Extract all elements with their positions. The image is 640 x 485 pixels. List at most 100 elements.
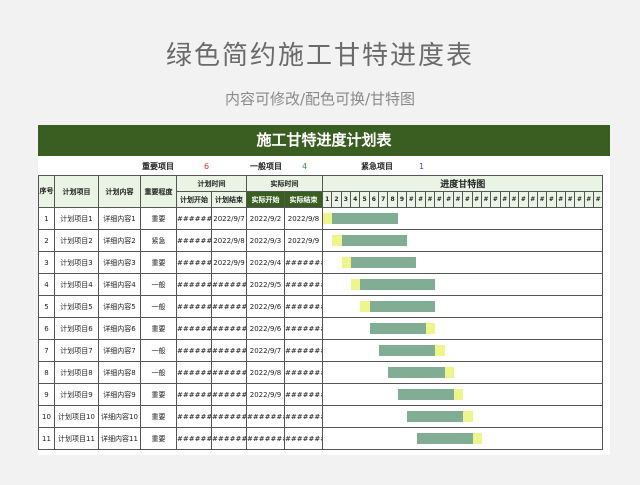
- day-label: #: [462, 191, 473, 208]
- header-actual-start: 实际开始: [246, 191, 285, 208]
- row-plan-content: 详细内容4: [98, 273, 141, 296]
- row-plan-content: 详细内容6: [98, 317, 141, 340]
- table-row: 2计划项目2详细内容2紧急########2022/9/82022/9/3202…: [38, 229, 604, 252]
- row-plan-item: 计划项目3: [54, 251, 99, 274]
- row-actual-end: ########: [284, 383, 323, 406]
- legend-important-label: 重要项目: [142, 162, 174, 171]
- legend-important-count: 6: [204, 162, 210, 171]
- header-plan-time: 计划时间: [176, 175, 247, 192]
- gantt-bar-actual: [351, 257, 417, 268]
- row-actual-start: 2022/9/4: [246, 251, 285, 274]
- table-row: 11 计划项目11 详细内容11 重要 ###### ###### ###### ######…: [38, 427, 604, 450]
- table-row: 9计划项目9详细内容9重要################2022/9/9###…: [38, 383, 604, 406]
- row-plan-start: ########: [176, 383, 212, 406]
- row-plan-item: 计划项目10: [54, 405, 99, 428]
- day-label: #: [480, 191, 492, 208]
- row-seq: 11: [38, 427, 55, 450]
- header-seq: 序号: [38, 175, 55, 208]
- row-seq: 10: [38, 405, 55, 428]
- row-importance: 重要: [140, 317, 177, 340]
- gantt-bar-actual: [379, 345, 436, 356]
- row-plan-end: ########: [211, 273, 247, 296]
- day-label: #: [490, 191, 501, 208]
- page-subtitle: 内容可修改/配色可换/甘特图: [224, 90, 416, 108]
- row-actual-start: 2022/9/9: [246, 383, 285, 406]
- legend-urgent-count: 1: [419, 162, 425, 171]
- legend-normal-count: 4: [302, 162, 308, 171]
- row-seq: 7: [38, 339, 55, 362]
- table-row: 7计划项目7详细内容7一般################2022/9/7###…: [38, 339, 604, 362]
- day-label: 7: [378, 191, 389, 208]
- day-label: 2: [331, 191, 342, 208]
- row-plan-content: 详细内容7: [98, 339, 141, 362]
- row-actual-end: ########: [284, 295, 323, 318]
- row-plan-start: ########: [176, 405, 212, 428]
- header-actual-time: 实际时间: [246, 175, 323, 192]
- gantt-bar-actual: [397, 389, 454, 400]
- gantt-bar-actual: [369, 301, 436, 312]
- gantt-bar-cell: [321, 229, 604, 252]
- row-plan-content: 详细内容10: [98, 405, 141, 428]
- day-label: #: [536, 191, 548, 208]
- page-title: 绿色简约施工甘特进度表: [165, 41, 474, 71]
- row-importance: 一般: [140, 273, 177, 296]
- day-label: 9: [396, 191, 408, 208]
- day-label: #: [434, 191, 445, 208]
- row-actual-start: 2022/9/6: [246, 317, 285, 340]
- row-plan-end: ########: [211, 383, 247, 406]
- row-actual-end: 2022/9/8: [284, 207, 323, 230]
- day-label: #: [527, 191, 538, 208]
- table-row: 10 计划项目10 详细内容10 重要 ###### ###### ###### ######…: [38, 405, 604, 428]
- header-plan-item: 计划项目: [54, 175, 99, 208]
- row-plan-end: 2022/9/9: [211, 251, 247, 274]
- row-seq: 6: [38, 317, 55, 340]
- row-plan-end: ########: [211, 405, 247, 428]
- header-gantt: 进度甘特图: [321, 175, 604, 192]
- row-plan-end: ########: [211, 427, 247, 450]
- gantt-bar-actual: [332, 213, 398, 224]
- row-importance: 一般: [140, 361, 177, 384]
- row-seq: 2: [38, 229, 55, 252]
- row-plan-item: 计划项目4: [54, 273, 99, 296]
- gantt-bar-extra-segment: [444, 367, 454, 378]
- row-plan-item: 计划项目1: [54, 207, 99, 230]
- day-label: #: [406, 191, 417, 208]
- gantt-bar-extra-segment: [453, 389, 464, 400]
- row-plan-item: 计划项目7: [54, 339, 99, 362]
- header-importance: 重要程度: [140, 175, 177, 208]
- legend-urgent: 紧急项目: [361, 159, 393, 175]
- table-row: 3计划项目3详细内容3重要########2022/9/92022/9/4###…: [38, 251, 604, 274]
- header-plan-end: 计划结束: [211, 191, 247, 208]
- gantt-bar-actual: [407, 411, 464, 422]
- row-seq: 9: [38, 383, 55, 406]
- row-plan-start: ########: [176, 273, 212, 296]
- row-plan-end: ########: [211, 295, 247, 318]
- row-plan-start: ########: [176, 251, 212, 274]
- header-plan-content: 计划内容: [98, 175, 141, 208]
- row-plan-end: 2022/9/8: [211, 229, 247, 252]
- row-plan-start: ########: [176, 295, 212, 318]
- gantt-bar-cell: [321, 273, 604, 296]
- row-actual-start: 2022/9/7: [246, 339, 285, 362]
- row-plan-content: 详细内容11: [98, 427, 141, 450]
- gantt-bar-cell: [321, 339, 604, 362]
- row-plan-content: 详细内容3: [98, 251, 141, 274]
- day-label: 8: [387, 191, 398, 208]
- row-actual-end: ########: [284, 317, 323, 340]
- gantt-bar-extra-segment: [472, 433, 482, 444]
- row-plan-item: 计划项目6: [54, 317, 99, 340]
- gantt-bar-extra-segment: [463, 411, 473, 422]
- gantt-bar-cell: [321, 427, 604, 450]
- gantt-bar-cell: [321, 317, 604, 340]
- gantt-sheet: 施工甘特进度计划表 重要项目 6 一般项目 4 紧急项目 1 序号 计划项目 计…: [38, 125, 610, 455]
- gantt-bar-plan-segment: [341, 257, 352, 268]
- row-plan-end: 2022/9/7: [211, 207, 247, 230]
- gantt-bar-cell: [321, 361, 604, 384]
- row-importance: 一般: [140, 339, 177, 362]
- gantt-bar-actual: [341, 235, 408, 246]
- gantt-bar-extra-segment: [425, 323, 436, 334]
- gantt-bar-plan-segment: [360, 301, 370, 312]
- header-plan-start: 计划开始: [176, 191, 212, 208]
- day-label: #: [546, 191, 557, 208]
- day-label: 6: [368, 191, 380, 208]
